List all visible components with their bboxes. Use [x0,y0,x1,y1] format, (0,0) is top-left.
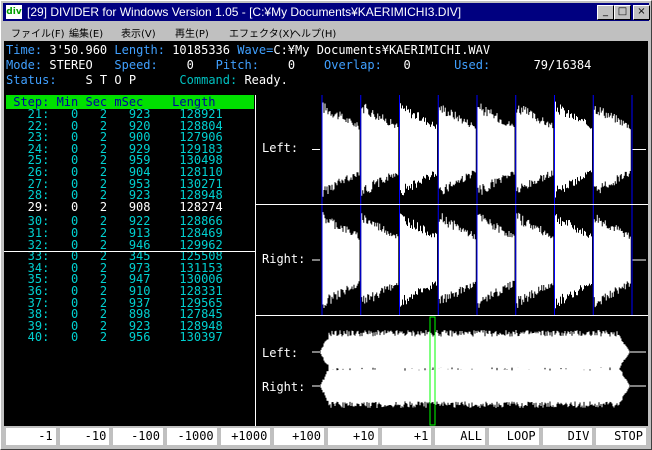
table-row[interactable]: 29: 0 2 908 128274 [6,201,256,214]
command-value: Ready. [244,73,288,87]
menu-edit[interactable]: 編集(E) [69,25,103,40]
table-row[interactable]: 40: 0 2 956 130397 [6,331,256,344]
command-label: Command: [179,73,238,87]
mode-value: STEREO [49,58,93,72]
wave-value: C:¥My Documents¥KAERIMICHI.WAV [273,43,491,57]
info-line-1: Time: 3'50.960 Length: 10185336 Wave=C:¥… [6,43,490,58]
speed-label: Speed: [114,58,158,72]
overview-panel[interactable]: Left: Right: [256,316,648,426]
step-button[interactable]: -1000 [167,428,217,445]
wave-label: Wave= [237,43,274,57]
info-line-2: Mode: STEREO Speed: 0 Pitch: 0 Overlap: … [6,58,591,73]
time-value: 3'50.960 [49,43,108,57]
step-button[interactable]: ALL [435,428,485,445]
step-button[interactable]: +1000 [220,428,271,445]
right-channel-panel[interactable]: Right: [256,205,648,316]
menu-file[interactable]: ファイル(F) [11,25,65,40]
mode-label: Mode: [6,58,43,72]
menu-effector[interactable]: エフェクタ(X) [229,25,293,40]
app-icon[interactable]: div [6,5,22,19]
main-screen: Time: 3'50.960 Length: 10185336 Wave=C:¥… [4,41,648,426]
app-window: div [29] DIVIDER for Windows Version 1.0… [0,0,652,450]
status-value: S T O P [85,73,137,87]
maximize-button[interactable]: □ [614,5,631,20]
window-title: [29] DIVIDER for Windows Version 1.05 - … [27,5,462,19]
step-button[interactable]: +100 [274,428,324,445]
title-bar[interactable]: div [29] DIVIDER for Windows Version 1.0… [3,3,650,21]
pitch-label: Pitch: [215,58,259,72]
step-button[interactable]: STOP [596,428,646,445]
length-value: 10185336 [172,43,230,57]
left-waveform[interactable] [256,95,648,204]
length-label: Length: [114,43,165,57]
close-button[interactable]: × [633,5,650,20]
menu-bar: ファイル(F) 編集(E) 表示(V) 再生(P) エフェクタ(X) ヘルプ(H… [3,22,649,40]
minimize-button[interactable]: _ [597,5,614,20]
step-button[interactable]: LOOP [489,428,539,445]
step-button[interactable]: -1 [6,428,56,445]
current-step-separator [4,251,256,252]
menu-help[interactable]: ヘルプ(H) [291,25,336,40]
left-channel-panel[interactable]: Left: [256,95,648,205]
step-button[interactable]: DIV [542,428,593,445]
pitch-value: 0 [287,58,296,72]
overview-waveform[interactable] [256,316,648,426]
step-button[interactable]: -10 [59,428,110,445]
step-table[interactable]: 21: 0 2 923 128921 22: 0 2 920 128804 23… [6,108,256,344]
time-label: Time: [6,43,43,57]
status-label: Status: [6,73,57,87]
step-button[interactable]: +1 [381,428,432,445]
info-line-3: Status: S T O P Command: Ready. [6,73,288,88]
step-button[interactable]: +10 [328,428,378,445]
used-label: Used: [454,58,491,72]
right-waveform[interactable] [256,205,648,315]
speed-value: 0 [186,58,194,72]
overlap-value: 0 [403,58,411,72]
used-value: 79/16384 [533,58,592,72]
step-button-bar: -1 -10 -100 -1000 +1000 +100 +10 +1 ALL LOOP DIV ST… [4,428,648,446]
menu-view[interactable]: 表示(V) [121,25,156,40]
menu-play[interactable]: 再生(P) [175,25,209,40]
step-button[interactable]: -100 [113,428,163,445]
overlap-label: Overlap: [324,58,382,72]
